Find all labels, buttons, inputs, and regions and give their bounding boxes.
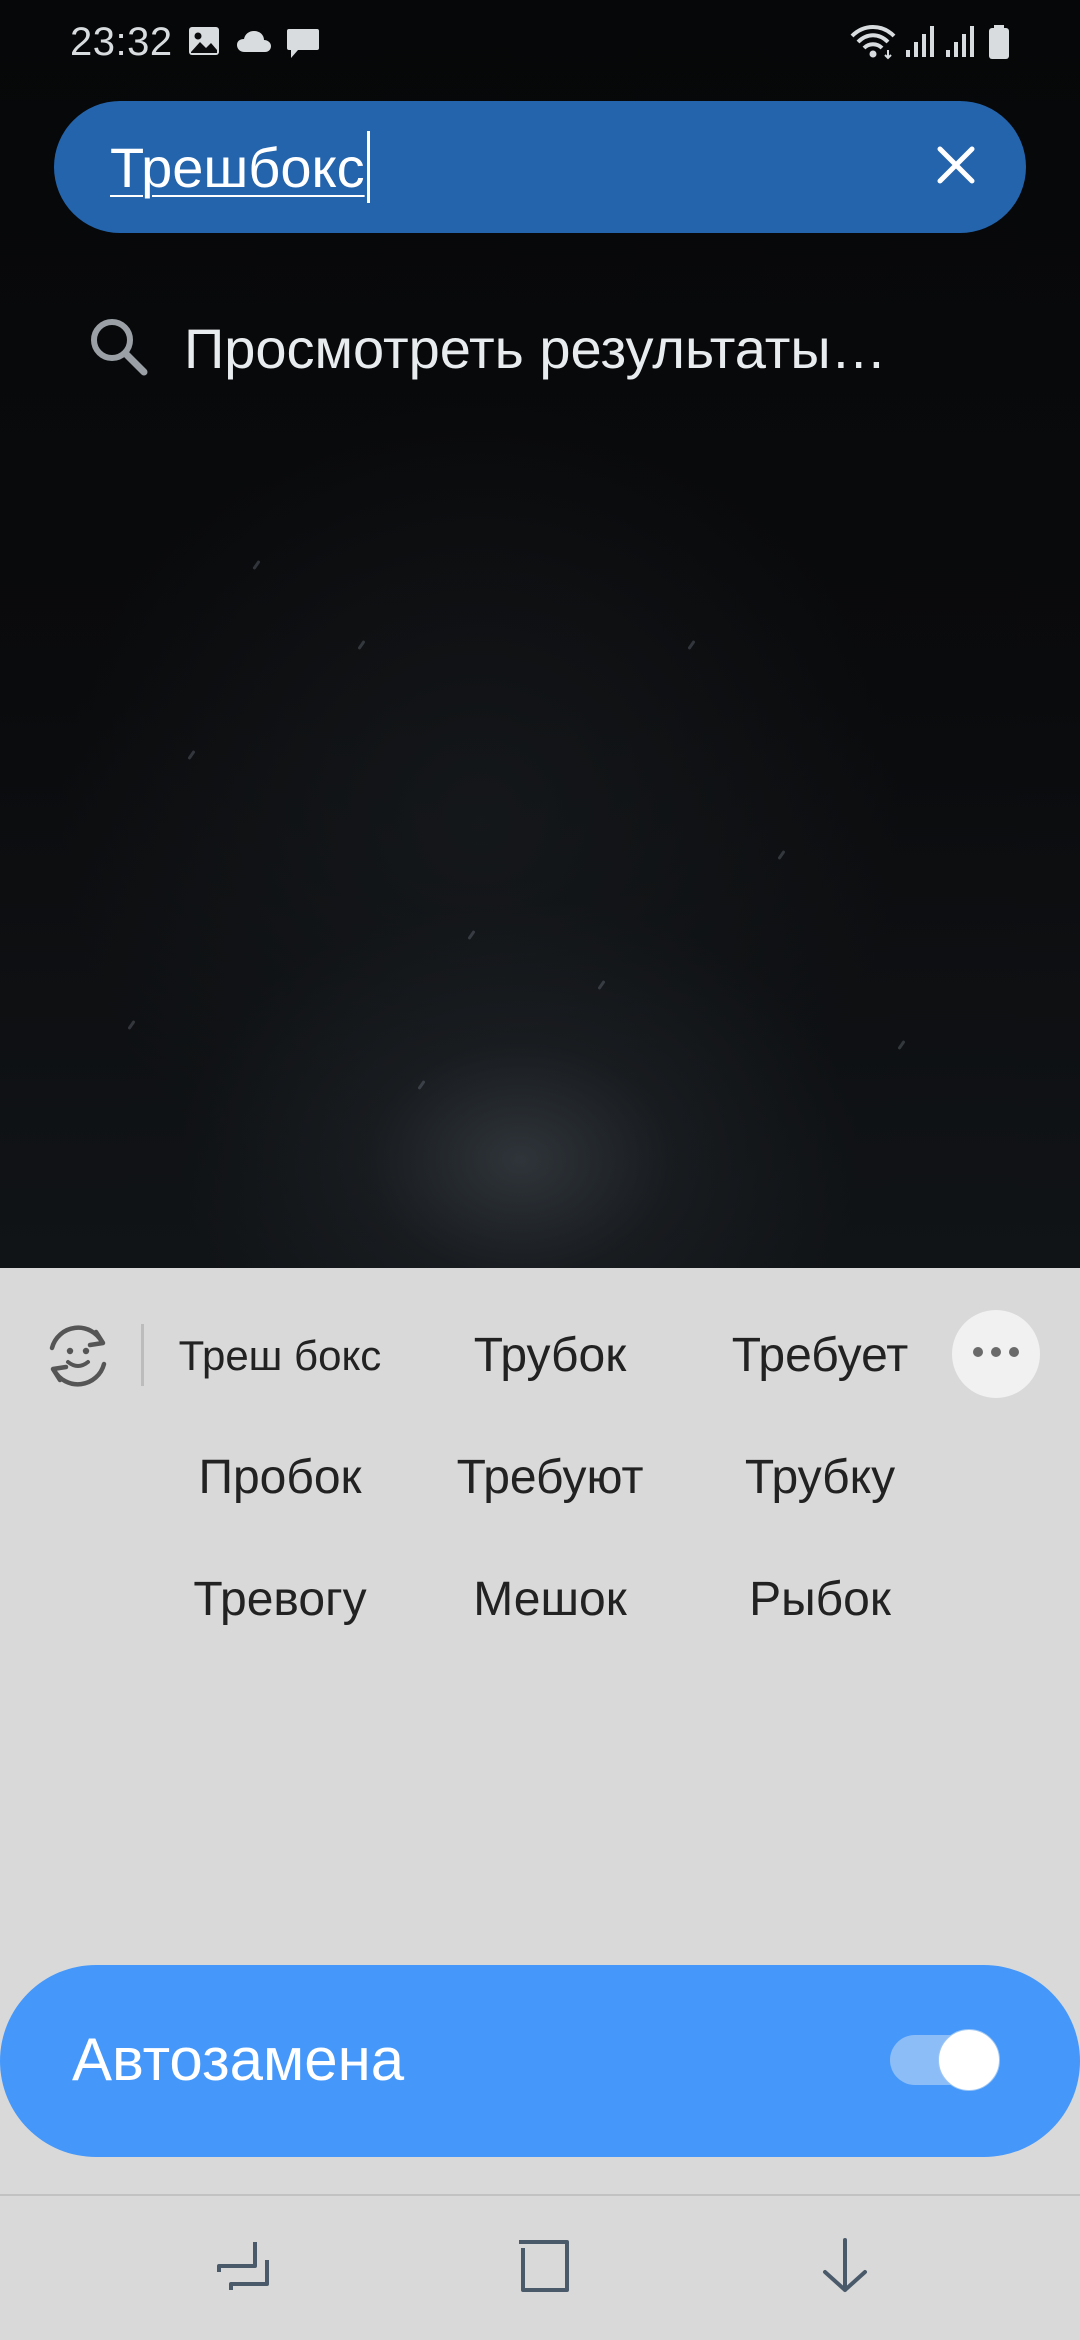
- search-bar[interactable]: Трешбокс: [54, 101, 1026, 233]
- home-icon: [515, 2238, 571, 2299]
- cloud-icon: [236, 30, 272, 59]
- recents-icon: [215, 2238, 271, 2299]
- more-suggestions-button[interactable]: [952, 1310, 1040, 1398]
- suggestion-item[interactable]: Требует: [700, 1316, 940, 1396]
- home-button[interactable]: [498, 2226, 588, 2310]
- wallpaper-speck: [687, 640, 696, 650]
- suggestion-item[interactable]: Трубок: [430, 1316, 670, 1396]
- wallpaper-speck: [187, 750, 196, 760]
- toggle-thumb: [938, 2029, 1000, 2091]
- battery-icon: [988, 24, 1010, 65]
- clear-search-button[interactable]: [926, 137, 986, 197]
- suggestion-divider: [141, 1324, 144, 1386]
- suggestion-item[interactable]: Треш бокс: [160, 1316, 400, 1396]
- suggestion-item[interactable]: Рыбок: [700, 1560, 940, 1640]
- navigation-bar: [0, 2194, 1080, 2340]
- hide-keyboard-icon: [817, 2237, 873, 2299]
- wallpaper-speck: [597, 980, 606, 990]
- autocorrect-row[interactable]: Автозамена: [0, 1965, 1080, 2157]
- status-time: 23:32: [70, 20, 173, 64]
- suggestion-item[interactable]: Пробок: [160, 1438, 400, 1518]
- wallpaper-speck: [897, 1040, 906, 1050]
- wifi-icon: [850, 24, 896, 65]
- view-results-row[interactable]: Просмотреть результаты…: [0, 292, 1080, 404]
- wallpaper-speck: [127, 1020, 136, 1030]
- wallpaper-speck: [777, 850, 786, 860]
- suggestion-item[interactable]: Мешок: [430, 1560, 670, 1640]
- suggestion-item[interactable]: Тревогу: [160, 1560, 400, 1640]
- gallery-icon: [188, 26, 220, 61]
- text-cursor: [367, 131, 370, 203]
- search-input[interactable]: Трешбокс: [110, 135, 365, 200]
- wallpaper-speck: [467, 930, 476, 940]
- view-results-label: Просмотреть результаты…: [184, 317, 887, 380]
- message-icon: [286, 28, 320, 65]
- hide-keyboard-button[interactable]: [800, 2226, 890, 2310]
- suggestion-item[interactable]: Трубку: [700, 1438, 940, 1518]
- close-icon: [936, 145, 976, 190]
- emoji-refresh-icon[interactable]: [40, 1318, 116, 1394]
- status-bar: 23:32: [0, 0, 1080, 86]
- recents-button[interactable]: [198, 2226, 288, 2310]
- wallpaper-speck: [252, 560, 261, 570]
- autocorrect-toggle[interactable]: [890, 2029, 1000, 2091]
- autocorrect-label: Автозамена: [72, 2026, 405, 2093]
- wallpaper-speck: [417, 1080, 426, 1090]
- search-icon: [86, 314, 150, 378]
- signal-icon: [944, 24, 976, 63]
- suggestion-item[interactable]: Требуют: [430, 1438, 670, 1518]
- more-icon: [972, 1345, 1020, 1363]
- signal-icon: [904, 24, 936, 63]
- wallpaper-speck: [357, 640, 366, 650]
